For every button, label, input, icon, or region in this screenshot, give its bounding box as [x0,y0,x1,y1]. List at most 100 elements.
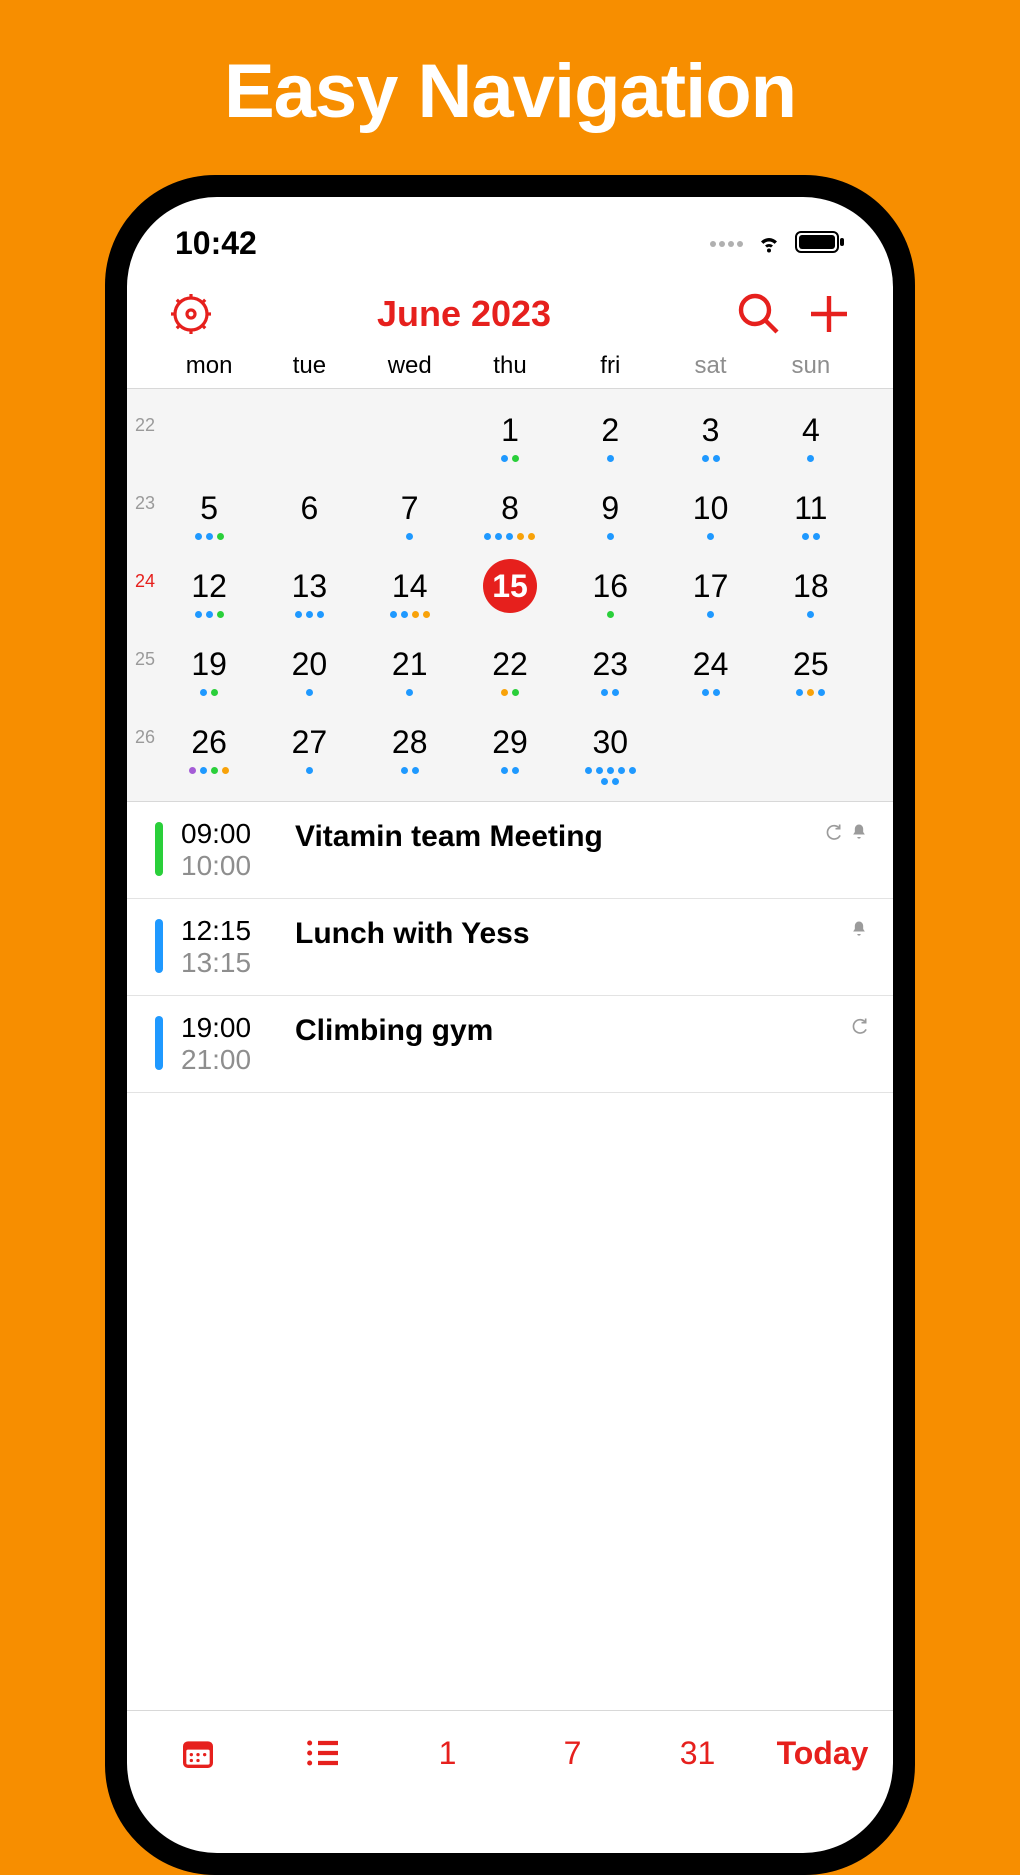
add-icon[interactable] [805,290,853,338]
day-cell[interactable]: 20 [259,637,359,699]
event-title: Climbing gym [295,1012,799,1048]
event-title: Lunch with Yess [295,915,799,951]
event-dots [279,767,339,777]
weekday-label: thu [460,352,560,380]
bell-icon [849,822,869,842]
event-color-bar [155,919,163,973]
day-number: 19 [182,637,236,691]
event-row[interactable]: 12:1513:15 Lunch with Yess [127,899,893,996]
day-cell[interactable]: 16 [560,559,660,621]
tab-today[interactable]: Today [760,1735,885,1772]
day-cell[interactable]: 3 [660,403,760,465]
event-dots [781,455,841,465]
day-cell[interactable]: 30 [560,715,660,785]
event-dots [580,767,640,785]
tab-week-view[interactable]: 7 [510,1735,635,1772]
day-cell[interactable]: 25 [761,637,861,699]
event-times: 09:0010:00 [181,818,285,882]
event-start-time: 09:00 [181,818,285,850]
tab-calendar-icon[interactable] [135,1733,260,1773]
week-number: 23 [127,481,159,514]
day-cell[interactable]: 12 [159,559,259,621]
event-indicator-icons [809,818,869,842]
day-cell[interactable]: 11 [761,481,861,543]
weekday-label: sun [761,352,861,380]
calendar-grid: 2212342356789101124121314151617182519202… [127,388,893,802]
day-cell[interactable]: 13 [259,559,359,621]
tab-list-icon[interactable] [260,1733,385,1773]
event-start-time: 19:00 [181,1012,285,1044]
day-cell[interactable]: 2 [560,403,660,465]
event-indicator-icons [809,915,869,939]
day-cell[interactable]: 5 [159,481,259,543]
day-cell[interactable]: 23 [560,637,660,699]
week-row: 23567891011 [127,477,893,555]
day-cell[interactable]: 9 [560,481,660,543]
tab-month-view[interactable]: 31 [635,1735,760,1772]
day-cell[interactable]: 22 [460,637,560,699]
event-dots [380,533,440,543]
day-cell[interactable]: 14 [360,559,460,621]
week-row: 25 19 20 21 222324 25 [127,633,893,711]
day-cell[interactable]: 17 [660,559,760,621]
phone-screen: 10:42 June 2023 [127,197,893,1853]
status-bar: 10:42 [127,197,893,272]
search-icon[interactable] [735,290,783,338]
day-number: 25 [784,637,838,691]
day-cell[interactable]: 27 [259,715,359,777]
day-number: 16 [583,559,637,613]
hero-title: Easy Navigation [0,0,1020,135]
wifi-icon [753,225,785,262]
day-cell[interactable]: 15 [460,559,560,621]
day-number: 28 [383,715,437,769]
event-times: 19:0021:00 [181,1012,285,1076]
gear-icon[interactable] [167,290,215,338]
day-cell[interactable]: 8 [460,481,560,543]
week-number: 24 [127,559,159,592]
day-number: 15 [483,559,537,613]
event-row[interactable]: 09:0010:00Vitamin team Meeting [127,802,893,899]
day-cell[interactable]: 19 [159,637,259,699]
week-number: 26 [127,715,159,748]
day-number: 26 [182,715,236,769]
event-dots [279,611,339,621]
day-number: 21 [383,637,437,691]
day-cell[interactable]: 21 [360,637,460,699]
day-cell[interactable]: 28 [360,715,460,777]
event-row[interactable]: 19:0021:00 Climbing gym [127,996,893,1093]
weekday-label: mon [159,352,259,380]
week-number: 25 [127,637,159,670]
event-times: 12:1513:15 [181,915,285,979]
day-cell[interactable]: 24 [660,637,760,699]
phone-frame: 10:42 June 2023 [105,175,915,1875]
day-number: 4 [784,403,838,457]
day-number: 13 [282,559,336,613]
weekday-label: tue [259,352,359,380]
event-end-time: 10:00 [181,850,285,882]
day-number: 1 [483,403,537,457]
day-number: 17 [684,559,738,613]
day-cell[interactable]: 7 [360,481,460,543]
day-cell[interactable]: 29 [460,715,560,777]
event-start-time: 12:15 [181,915,285,947]
tab-day-view[interactable]: 1 [385,1735,510,1772]
day-number: 3 [684,403,738,457]
day-cell[interactable]: 10 [660,481,760,543]
battery-icon [795,225,845,262]
nav-title[interactable]: June 2023 [215,293,713,335]
day-number: 8 [483,481,537,535]
day-cell[interactable]: 1 [460,403,560,465]
day-number: 20 [282,637,336,691]
event-indicator-icons [809,1012,869,1036]
day-number: 29 [483,715,537,769]
day-cell[interactable]: 26 [159,715,259,777]
event-dots [179,611,239,621]
week-row: 2412 13 14 15 16 17 18 [127,555,893,633]
day-number: 7 [383,481,437,535]
day-cell[interactable]: 4 [761,403,861,465]
event-dots [380,689,440,699]
day-cell[interactable]: 18 [761,559,861,621]
day-number: 2 [583,403,637,457]
weekday-label: wed [360,352,460,380]
day-cell[interactable]: 6 [259,481,359,543]
